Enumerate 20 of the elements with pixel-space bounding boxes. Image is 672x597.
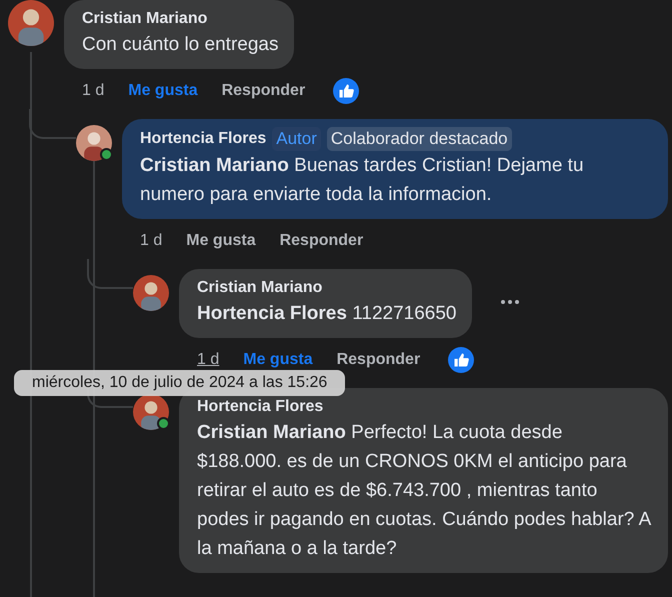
comment-text: Con cuánto lo entregas: [82, 33, 278, 57]
like-link[interactable]: Me gusta: [128, 82, 198, 100]
date-tooltip: miércoles, 10 de julio de 2024 a las 15:26: [14, 370, 346, 396]
timestamp-link[interactable]: 1 d: [197, 351, 220, 368]
reply-link[interactable]: Responder: [280, 232, 364, 250]
like-link[interactable]: Me gusta: [186, 232, 256, 250]
reply-link[interactable]: Responder: [336, 351, 420, 369]
timestamp-link[interactable]: 1 d: [82, 82, 104, 99]
author-name[interactable]: Cristian Mariano: [197, 277, 322, 299]
timestamp-link[interactable]: 1 d: [140, 232, 162, 249]
reply-link[interactable]: Responder: [222, 82, 306, 100]
author-name[interactable]: Hortencia Flores: [140, 128, 266, 150]
like-link[interactable]: Me gusta: [243, 351, 313, 369]
comment-text: Cristian Mariano Buenas tardes Cristian! Dejame tu numero para enviarte toda la informacion.: [140, 154, 585, 207]
comment-text: Cristian Mariano Perfecto! La cuota desde $188.000. es de un CRONOS 0KM el anticipo para retirar el auto es de $6.743.700 , mientras tanto podes ir pagando en cuotas. Cuándo podes hablar? A la mañana o a la tarde?: [197, 421, 652, 561]
badge-tag: Colaborador destacado: [326, 127, 512, 151]
author-tag: Autor: [272, 127, 321, 151]
comment-text: Hortencia Flores 1122716650: [197, 302, 456, 326]
author-name[interactable]: Cristian Mariano: [82, 8, 208, 30]
author-name[interactable]: Hortencia Flores: [197, 396, 324, 418]
